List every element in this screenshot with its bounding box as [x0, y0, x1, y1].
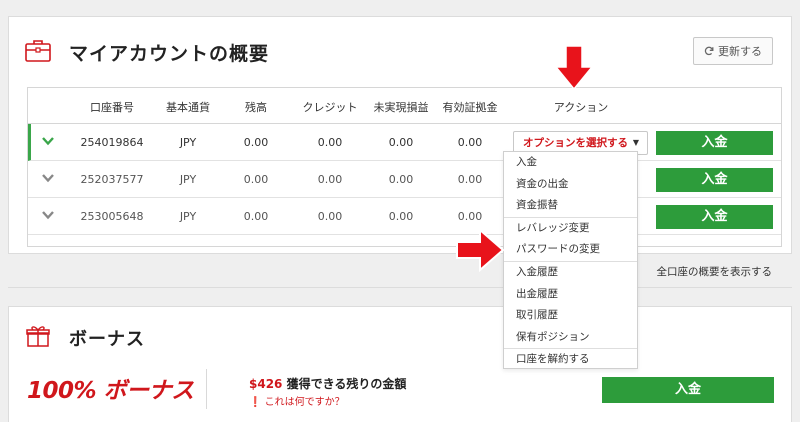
bonus-deposit-button[interactable]: 入金 — [602, 377, 774, 403]
currency: JPY — [179, 210, 197, 223]
action-select-value: オプションを選択する — [523, 137, 628, 149]
table-row: 252037577 JPY 0.00 0.00 0.00 0.00 入金 — [28, 161, 781, 198]
column-header-equity: 有効証拠金 — [442, 101, 498, 114]
table-row: 254019864 JPY 0.00 0.00 0.00 0.00 オプションを… — [28, 124, 781, 161]
chevron-down-icon[interactable] — [40, 207, 56, 223]
page-title: マイアカウントの概要 — [69, 43, 270, 65]
credit: 0.00 — [317, 210, 343, 223]
unrealized-pnl: 0.00 — [388, 136, 414, 149]
balance: 0.00 — [243, 173, 269, 186]
menu-item-leverage[interactable]: レバレッジ変更 — [504, 218, 637, 240]
refresh-button[interactable]: 更新する — [693, 37, 773, 65]
account-number: 254019864 — [80, 136, 144, 149]
menu-item-open-positions[interactable]: 保有ポジション — [504, 327, 637, 349]
menu-item-close-account[interactable]: 口座を解約する — [504, 349, 637, 371]
menu-item-deposit[interactable]: 入金 — [504, 152, 637, 174]
unrealized-pnl: 0.00 — [388, 210, 414, 223]
help-text: これは何ですか？ — [264, 397, 345, 408]
table-footer: 全口座の概要を表示する — [8, 253, 792, 287]
view-all-accounts-link[interactable]: 全口座の概要を表示する — [657, 264, 773, 279]
table-header: 口座番号 基本通貨 残高 クレジット 未実現損益 有効証拠金 アクション — [28, 88, 781, 124]
divider — [206, 369, 207, 409]
menu-item-change-password[interactable]: パスワードの変更 — [504, 239, 637, 261]
credit: 0.00 — [317, 136, 343, 149]
bonus-headline: 100% ボーナス — [27, 378, 194, 404]
equity: 0.00 — [457, 210, 483, 223]
account-number: 252037577 — [80, 173, 144, 186]
equity: 0.00 — [457, 136, 483, 149]
menu-item-trade-history[interactable]: 取引履歴 — [504, 305, 637, 327]
menu-item-withdraw[interactable]: 資金の出金 — [504, 174, 637, 196]
deposit-button[interactable]: 入金 — [656, 131, 773, 155]
currency: JPY — [179, 173, 197, 186]
deposit-button[interactable]: 入金 — [656, 205, 773, 229]
column-header-balance: 残高 — [245, 101, 267, 114]
action-dropdown-menu: 入金 資金の出金 資金振替 レバレッジ変更 パスワードの変更 入金履歴 出金履歴… — [503, 151, 638, 369]
account-overview-card: マイアカウントの概要 更新する 口座番号 基本通貨 残高 クレジット 未実現損益… — [8, 16, 792, 288]
chevron-down-icon[interactable] — [40, 170, 56, 186]
equity: 0.00 — [457, 173, 483, 186]
chevron-down-icon[interactable] — [40, 133, 56, 149]
column-header-action: アクション — [553, 101, 609, 114]
refresh-label: 更新する — [718, 45, 762, 58]
column-header-credit: クレジット — [302, 101, 358, 114]
menu-item-deposit-history[interactable]: 入金履歴 — [504, 262, 637, 284]
exclamation-circle-icon: ❗ — [249, 397, 262, 408]
accounts-table: 口座番号 基本通貨 残高 クレジット 未実現損益 有効証拠金 アクション 254… — [27, 87, 782, 247]
menu-item-transfer[interactable]: 資金振替 — [504, 195, 637, 217]
refresh-icon — [704, 46, 714, 56]
credit: 0.00 — [317, 173, 343, 186]
red-arrow-icon — [555, 45, 593, 91]
column-header-currency: 基本通貨 — [166, 101, 210, 114]
gift-icon — [26, 326, 50, 347]
menu-item-withdraw-history[interactable]: 出金履歴 — [504, 284, 637, 306]
column-header-unrealized: 未実現損益 — [373, 101, 429, 114]
table-row: 253005648 JPY 0.00 0.00 0.00 0.00 入金 — [28, 198, 781, 235]
briefcase-icon — [25, 40, 51, 62]
account-number: 253005648 — [80, 210, 144, 223]
unrealized-pnl: 0.00 — [388, 173, 414, 186]
deposit-button[interactable]: 入金 — [656, 168, 773, 192]
bonus-amount: $426 — [249, 377, 283, 391]
remaining-amount: $426 獲得できる残りの金額 — [249, 375, 406, 392]
bonus-amount-text: 獲得できる残りの金額 — [286, 377, 407, 391]
bonus-title: ボーナス — [69, 329, 145, 350]
bonus-card: ボーナス 100% ボーナス $426 獲得できる残りの金額 ❗ これは何ですか… — [8, 306, 792, 422]
currency: JPY — [179, 136, 197, 149]
red-arrow-icon — [456, 228, 504, 272]
balance: 0.00 — [243, 136, 269, 149]
help-link[interactable]: ❗ これは何ですか？ — [249, 393, 345, 408]
balance: 0.00 — [243, 210, 269, 223]
column-header-account: 口座番号 — [90, 101, 134, 114]
